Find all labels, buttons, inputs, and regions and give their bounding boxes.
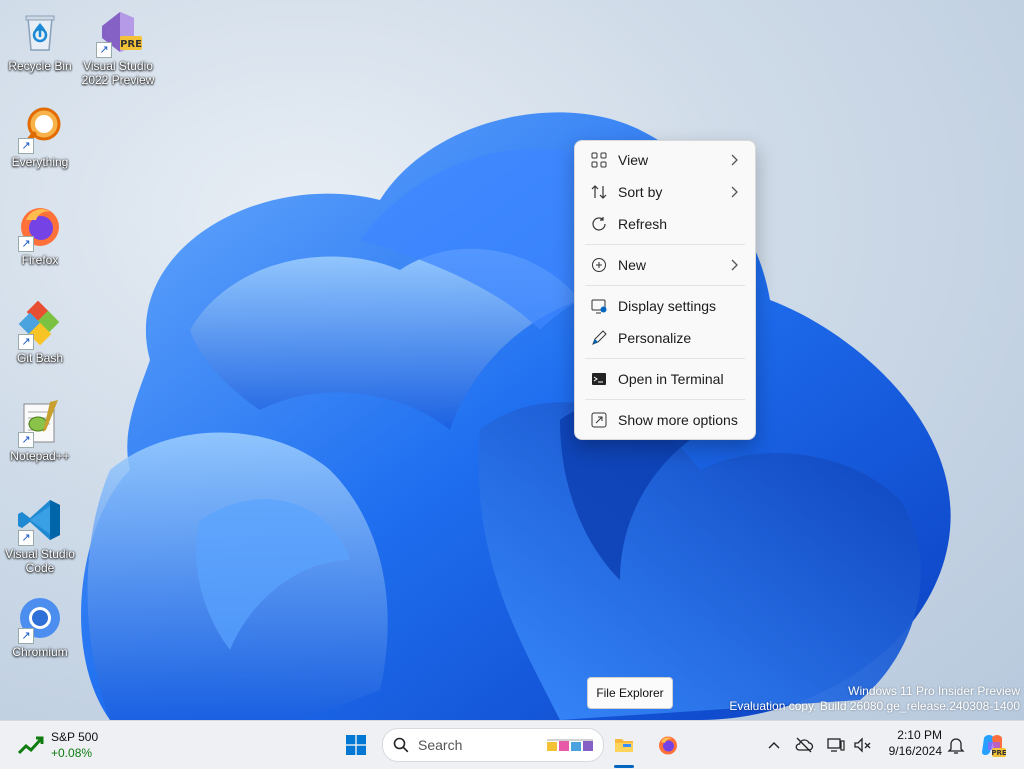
desktop-icon-label: Notepad++ <box>10 449 70 463</box>
menu-separator <box>585 244 745 245</box>
menu-item-view[interactable]: View <box>579 145 751 175</box>
windows-logo-icon <box>346 735 366 755</box>
firefox-icon: ↗ <box>16 202 64 252</box>
desktop-icon-firefox[interactable]: ↗ Firefox <box>0 202 80 267</box>
copilot-preview-icon[interactable]: PRE <box>980 732 1006 758</box>
desktop-context-menu: View Sort by Refresh New Display setting… <box>574 140 756 440</box>
menu-item-sort-by[interactable]: Sort by <box>579 177 751 207</box>
menu-item-label: Display settings <box>618 298 717 314</box>
desktop-icon-label: Chromium <box>12 645 68 659</box>
plus-circle-icon <box>592 258 606 272</box>
menu-item-label: Refresh <box>618 216 668 232</box>
taskbar-search-box[interactable]: Search <box>382 728 604 762</box>
chromium-icon: ↗ <box>16 594 64 644</box>
taskbar-clock[interactable]: 2:10 PM 9/16/2024 <box>884 727 942 759</box>
chevron-right-icon <box>731 186 738 198</box>
desktop-icon-vscode[interactable]: ↗ Visual Studio Code <box>0 496 80 575</box>
desktop-icon-visual-studio-preview[interactable]: PRE ↗ Visual Studio 2022 Preview <box>78 8 158 87</box>
shortcut-arrow-icon: ↗ <box>96 42 112 58</box>
desktop-icon-label-line2: 2022 Preview <box>81 73 155 87</box>
notification-bell-icon[interactable] <box>946 735 966 755</box>
show-more-icon <box>591 412 607 428</box>
shortcut-arrow-icon: ↗ <box>18 138 34 154</box>
menu-separator <box>585 399 745 400</box>
search-icon <box>393 737 409 753</box>
start-button[interactable] <box>338 727 374 763</box>
chevron-right-icon <box>731 259 738 271</box>
desktop-icon-label: Git Bash <box>16 351 64 365</box>
shortcut-arrow-icon: ↗ <box>18 432 34 448</box>
taskbar-file-explorer[interactable] <box>606 727 642 763</box>
watermark-line2: Evaluation copy. Build 26080.ge_release.… <box>729 699 1020 713</box>
desktop-icon-label-line2: Code <box>25 561 55 575</box>
desktop-icon-chromium[interactable]: ↗ Chromium <box>0 594 80 659</box>
sort-icon <box>591 185 607 199</box>
search-highlight-illustration-icon <box>547 739 593 751</box>
svg-text:PRE: PRE <box>120 39 142 50</box>
clock-time: 2:10 PM <box>897 728 942 742</box>
menu-separator <box>585 358 745 359</box>
pen-icon <box>592 330 607 345</box>
git-bash-icon: ↗ <box>16 300 64 350</box>
menu-item-label: Open in Terminal <box>618 371 724 387</box>
menu-item-refresh[interactable]: Refresh <box>579 209 751 239</box>
shortcut-arrow-icon: ↗ <box>18 530 34 546</box>
stock-widget[interactable]: S&P 500 +0.08% <box>14 727 134 763</box>
taskbar: S&P 500 +0.08% Search 2:10 PM 9/16/2024 … <box>0 720 1024 769</box>
file-explorer-tooltip: File Explorer <box>587 677 673 709</box>
menu-item-label: Show more options <box>618 412 738 428</box>
stock-change: +0.08% <box>51 746 93 760</box>
firefox-icon <box>659 736 677 755</box>
wallpaper-bloom <box>81 112 951 720</box>
menu-item-label: Sort by <box>618 184 663 200</box>
menu-item-label: View <box>618 152 649 168</box>
everything-search-icon: ↗ <box>16 104 64 154</box>
display-settings-icon <box>591 299 607 314</box>
menu-item-label: New <box>618 257 647 273</box>
menu-item-label: Personalize <box>618 330 692 346</box>
desktop-icon-recycle-bin[interactable]: Recycle Bin <box>0 8 80 73</box>
vscode-icon: ↗ <box>16 496 64 546</box>
recycle-bin-icon <box>16 8 64 56</box>
desktop-icon-label: Recycle Bin <box>8 59 72 73</box>
desktop[interactable]: Recycle Bin PRE ↗ Visual Studio 2022 Pre… <box>0 0 1024 720</box>
chevron-up-icon[interactable] <box>764 735 784 755</box>
grid-view-icon <box>591 152 607 168</box>
shortcut-arrow-icon: ↗ <box>18 236 34 252</box>
desktop-icon-label: Firefox <box>21 253 59 267</box>
taskbar-firefox[interactable] <box>650 727 686 763</box>
chevron-right-icon <box>731 154 738 166</box>
shortcut-arrow-icon: ↗ <box>18 334 34 350</box>
cloud-offline-icon[interactable] <box>794 735 814 755</box>
svg-text:PRE: PRE <box>991 749 1006 757</box>
menu-item-personalize[interactable]: Personalize <box>579 323 751 353</box>
search-placeholder: Search <box>418 737 463 753</box>
volume-muted-icon[interactable] <box>852 735 872 755</box>
desktop-icon-label-line1: Visual Studio <box>5 547 75 561</box>
shortcut-arrow-icon: ↗ <box>18 628 34 644</box>
terminal-icon <box>592 373 606 385</box>
menu-separator <box>585 285 745 286</box>
desktop-icon-git-bash[interactable]: ↗ Git Bash <box>0 300 80 365</box>
watermark-line1: Windows 11 Pro Insider Preview <box>848 684 1020 698</box>
menu-item-new[interactable]: New <box>579 250 751 280</box>
clock-date: 9/16/2024 <box>888 744 942 758</box>
network-display-icon[interactable] <box>826 735 846 755</box>
desktop-icon-notepad-plus-plus[interactable]: ↗ Notepad++ <box>0 398 80 463</box>
evaluation-watermark: Windows 11 Pro Insider Preview Evaluatio… <box>729 684 1020 714</box>
menu-item-open-in-terminal[interactable]: Open in Terminal <box>579 364 751 394</box>
desktop-icon-label: Everything <box>11 155 69 169</box>
visual-studio-preview-icon: PRE ↗ <box>94 8 142 58</box>
folder-icon <box>615 739 633 752</box>
stock-name: S&P 500 <box>51 730 99 744</box>
refresh-icon <box>592 217 606 231</box>
desktop-icon-label-line1: Visual Studio <box>83 59 153 73</box>
menu-item-display-settings[interactable]: Display settings <box>579 291 751 321</box>
notepad-plus-plus-icon: ↗ <box>16 398 64 448</box>
desktop-icon-everything[interactable]: ↗ Everything <box>0 104 80 169</box>
stock-chart-icon <box>18 736 44 755</box>
menu-item-show-more-options[interactable]: Show more options <box>579 405 751 435</box>
